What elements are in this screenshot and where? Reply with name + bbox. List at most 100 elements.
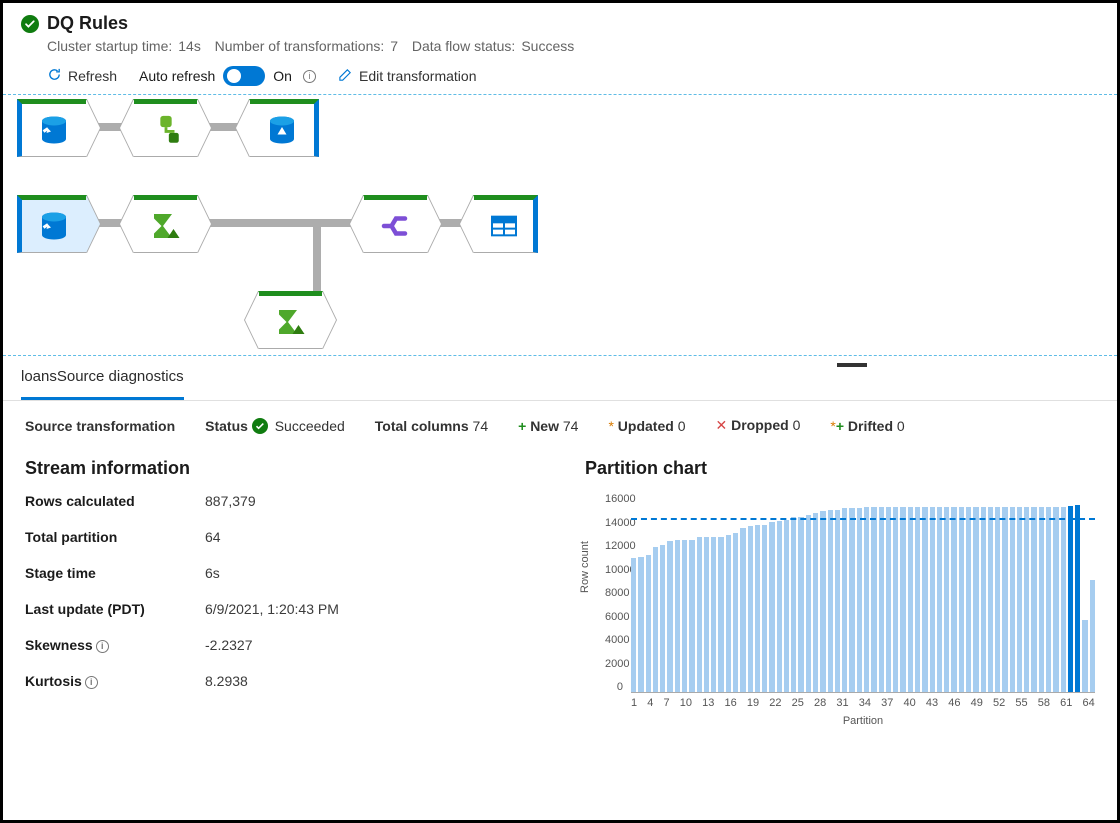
chart-bar — [718, 537, 723, 692]
chart-bar — [835, 510, 840, 693]
node-transform1[interactable] — [133, 99, 198, 157]
chart-bar — [871, 507, 876, 692]
info-icon[interactable]: i — [85, 676, 98, 689]
chart-bar — [748, 526, 753, 692]
chart-bar — [631, 558, 636, 692]
chart-bar — [1031, 507, 1036, 692]
branch-icon — [147, 111, 185, 149]
chart-bar — [689, 540, 694, 693]
success-check-icon — [252, 418, 268, 434]
dataflow-canvas[interactable] — [3, 95, 1117, 355]
sigma-icon — [272, 303, 310, 341]
chart-bar — [675, 540, 680, 693]
chart-bar — [944, 507, 949, 692]
chart-bar — [828, 510, 833, 693]
chart-bar — [1053, 507, 1058, 692]
database-icon — [35, 207, 73, 245]
node-split[interactable] — [363, 195, 428, 253]
chart-bar — [697, 537, 702, 692]
chart-bar — [1046, 507, 1051, 692]
chart-bar — [959, 507, 964, 692]
chart-bar — [893, 507, 898, 692]
edit-transformation-button[interactable]: Edit transformation — [338, 67, 477, 85]
chart-bar — [1082, 620, 1087, 693]
node-loanssource[interactable] — [17, 195, 87, 253]
partition-chart: Row count 020004000600080001000012000140… — [585, 493, 1095, 775]
chart-bar — [755, 525, 760, 693]
chart-bar — [769, 522, 774, 692]
chart-bar — [733, 533, 738, 692]
chart-bar — [937, 507, 942, 692]
table-icon — [485, 207, 523, 245]
chart-bar — [682, 540, 687, 693]
node-sink2[interactable] — [473, 195, 538, 253]
chart-bar — [849, 508, 854, 692]
partition-chart-title: Partition chart — [585, 458, 1095, 479]
chart-bar — [966, 507, 971, 692]
sigma-icon — [147, 207, 185, 245]
chart-bar — [740, 528, 745, 692]
tab-diagnostics[interactable]: loansSource diagnostics — [21, 356, 184, 400]
chart-bar — [1075, 505, 1080, 693]
refresh-button[interactable]: Refresh — [47, 67, 117, 85]
auto-refresh-toggle[interactable]: Auto refresh On i — [139, 66, 316, 86]
chart-bar — [1017, 507, 1022, 692]
node-aggregate1[interactable] — [133, 195, 198, 253]
node-aggregate2[interactable] — [258, 291, 323, 349]
chart-bar — [973, 507, 978, 692]
stream-info-title: Stream information — [25, 458, 545, 479]
status-strip: Source transformation Status Succeeded T… — [3, 401, 1117, 450]
chart-bar — [798, 517, 803, 692]
chart-bar — [842, 508, 847, 692]
refresh-icon — [47, 67, 62, 85]
database-sink-icon — [263, 111, 301, 149]
node-source1[interactable] — [17, 99, 87, 157]
chart-bar — [791, 517, 796, 692]
chart-bar — [777, 521, 782, 692]
chart-bar — [638, 557, 643, 692]
toggle-switch-icon — [223, 66, 265, 86]
split-icon — [377, 207, 415, 245]
chart-bar — [995, 507, 1000, 692]
chart-bar — [857, 508, 862, 692]
chart-bar — [864, 507, 869, 692]
chart-bar — [900, 507, 905, 692]
chart-bar — [951, 507, 956, 692]
chart-bar — [1010, 507, 1015, 692]
chart-bar — [915, 507, 920, 692]
info-icon[interactable]: i — [96, 640, 109, 653]
chart-bar — [784, 520, 789, 693]
chart-bar — [1039, 507, 1044, 692]
chart-bar — [908, 507, 913, 692]
chart-bar — [762, 525, 767, 693]
chart-bar — [667, 541, 672, 692]
chart-bar — [704, 537, 709, 692]
chart-bar — [711, 537, 716, 692]
node-sink1[interactable] — [249, 99, 319, 157]
database-icon — [35, 111, 73, 149]
chart-bar — [1068, 506, 1073, 692]
pencil-icon — [338, 67, 353, 85]
chart-bar — [922, 507, 927, 692]
chart-bar — [930, 507, 935, 692]
chart-bar — [988, 507, 993, 692]
chart-bar — [653, 547, 658, 692]
info-icon[interactable]: i — [303, 70, 316, 83]
chart-bar — [813, 513, 818, 692]
chart-bar — [1090, 580, 1095, 693]
chart-bar — [806, 515, 811, 693]
header-meta: Cluster startup time:14s Number of trans… — [47, 38, 1099, 54]
chart-bar — [1061, 507, 1066, 692]
chart-bar — [879, 507, 884, 692]
chart-bar — [660, 545, 665, 693]
chart-bar — [820, 511, 825, 692]
chart-bar — [886, 507, 891, 692]
chart-bar — [1002, 507, 1007, 692]
chart-bar — [981, 507, 986, 692]
chart-bar — [726, 535, 731, 693]
resize-handle[interactable] — [837, 363, 867, 367]
page-title: DQ Rules — [47, 13, 128, 34]
chart-bar — [646, 555, 651, 693]
success-check-icon — [21, 15, 39, 33]
chart-bar — [1024, 507, 1029, 692]
